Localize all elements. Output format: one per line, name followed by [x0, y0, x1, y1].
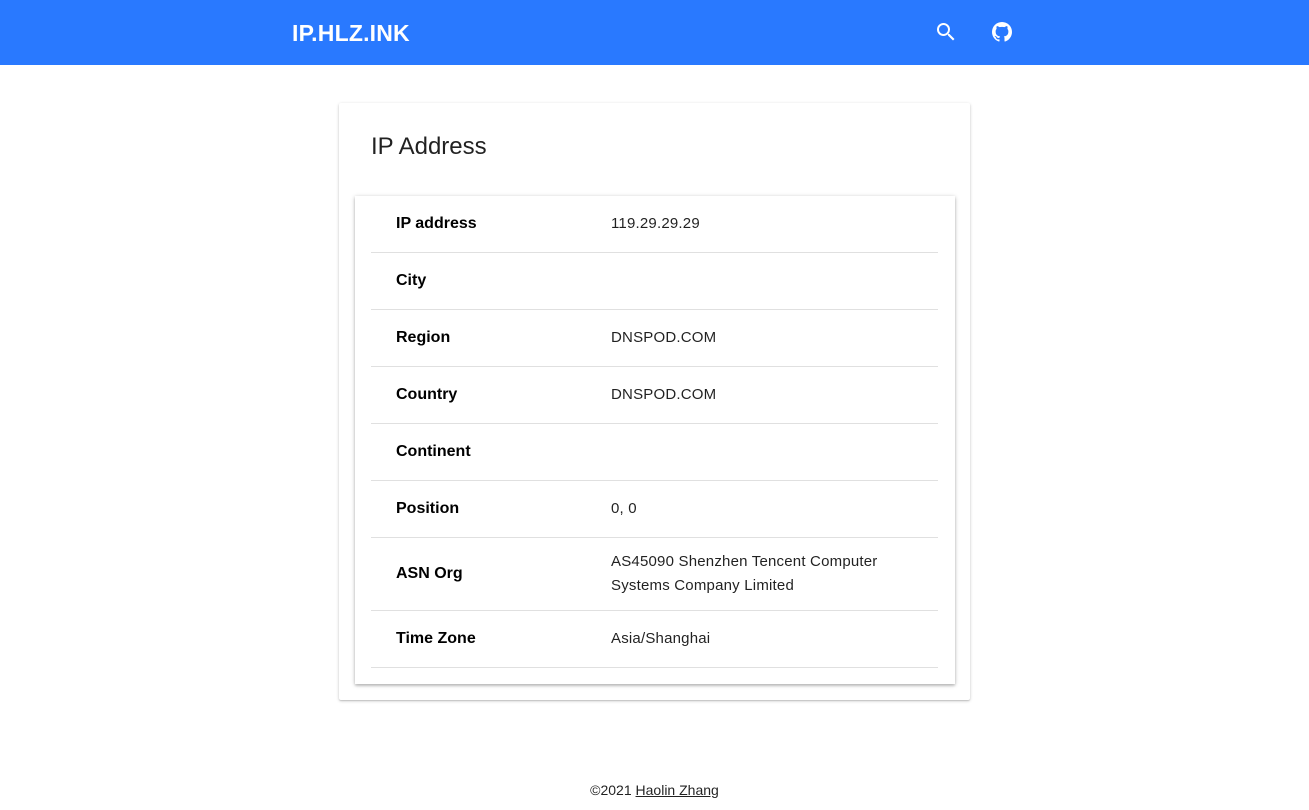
- row-key: Country: [371, 366, 611, 424]
- row-key: Continent: [371, 423, 611, 481]
- row-key: Position: [371, 480, 611, 538]
- github-button[interactable]: [986, 16, 1018, 48]
- row-key: IP address: [371, 196, 611, 253]
- row-value: DNSPOD.COM: [611, 366, 938, 424]
- copyright-text: ©2021: [590, 782, 632, 798]
- card-title: IP Address: [371, 133, 487, 160]
- table-row-region: Region DNSPOD.COM: [371, 309, 938, 367]
- row-value: DNSPOD.COM: [611, 309, 938, 367]
- row-value: 119.29.29.29: [611, 196, 938, 253]
- table-row-country: Country DNSPOD.COM: [371, 366, 938, 424]
- author-link[interactable]: Haolin Zhang: [636, 782, 719, 798]
- table-row-city: City: [371, 252, 938, 310]
- app-bar: IP.HLZ.INK: [0, 0, 1309, 65]
- site-brand[interactable]: IP.HLZ.INK: [292, 18, 410, 48]
- ip-info-table-container: IP address 119.29.29.29 City Region DNSP…: [355, 196, 955, 684]
- row-value: [611, 252, 938, 310]
- row-key: ASN Org: [371, 537, 611, 611]
- table-row-continent: Continent: [371, 423, 938, 481]
- row-key: Time Zone: [371, 610, 611, 668]
- search-button[interactable]: [930, 16, 962, 48]
- ip-info-card: IP Address IP address 119.29.29.29 City …: [339, 103, 970, 700]
- row-value: AS45090 Shenzhen Tencent Computer System…: [611, 537, 938, 611]
- table-row-time-zone: Time Zone Asia/Shanghai: [371, 610, 938, 668]
- github-icon: [992, 22, 1012, 42]
- table-row-ip-address: IP address 119.29.29.29: [371, 196, 938, 253]
- row-key: Region: [371, 309, 611, 367]
- table-row-position: Position 0, 0: [371, 480, 938, 538]
- table-row-asn-org: ASN Org AS45090 Shenzhen Tencent Compute…: [371, 537, 938, 611]
- row-value: [611, 423, 938, 481]
- page-footer: ©2021 Haolin Zhang: [0, 780, 1309, 800]
- search-icon: [937, 23, 955, 41]
- ip-info-table: IP address 119.29.29.29 City Region DNSP…: [371, 196, 938, 668]
- row-key: City: [371, 252, 611, 310]
- row-value: 0, 0: [611, 480, 938, 538]
- row-value: Asia/Shanghai: [611, 610, 938, 668]
